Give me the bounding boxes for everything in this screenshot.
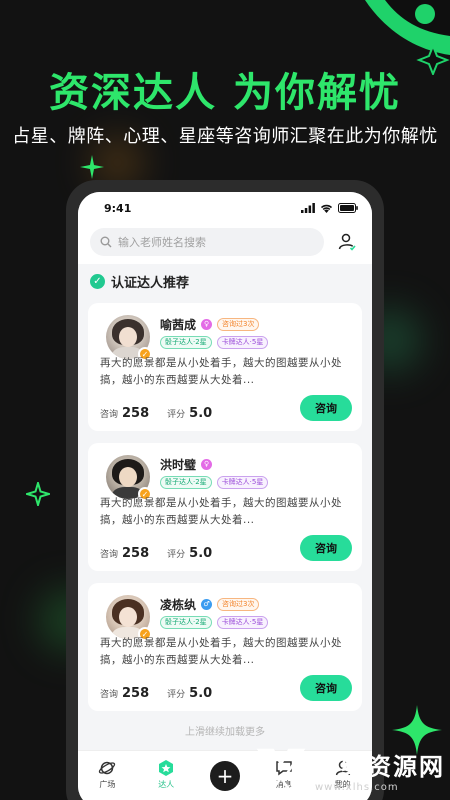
search-row: 输入老师姓名搜索 (78, 224, 372, 264)
sparkle-outline-icon (26, 482, 50, 506)
expert-description: 再大的愿景都是从小处着手，越大的图越要从小处搞，越小的东西越要从大处着... (100, 637, 342, 666)
rating-label: 评分 (167, 690, 186, 700)
expert-stats: 咨询 258 评分 5.0 (100, 686, 226, 701)
rating-value: 5.0 (189, 686, 213, 701)
search-icon (100, 236, 112, 248)
app-screen: 9:41 输入老师姓名搜索 ✓ 认证达人推荐 ✓ 喻茜成 ♀ 咨询过3次 骰子达… (78, 192, 372, 800)
tag-dice: 骰子达人·2星 (160, 476, 212, 489)
search-input[interactable]: 输入老师姓名搜索 (90, 228, 324, 256)
search-placeholder: 输入老师姓名搜索 (118, 236, 206, 249)
expert-name: 喻茜成 (160, 317, 197, 332)
plus-icon: + (209, 761, 240, 791)
expert-card[interactable]: ✓ 喻茜成 ♀ 咨询过3次 骰子达人·2星 卡牌达人·5星 再大的愿景都是从小处… (88, 303, 362, 431)
phone-frame: 9:41 输入老师姓名搜索 ✓ 认证达人推荐 ✓ 喻茜成 ♀ 咨询过3次 骰子达… (66, 180, 384, 800)
rating-label: 评分 (167, 550, 186, 560)
rating-value: 5.0 (189, 406, 213, 421)
consult-count: 258 (122, 546, 150, 561)
expert-description: 再大的愿景都是从小处着手，越大的图越要从小处搞，越小的东西越要从大处着... (100, 357, 342, 386)
tab-plaza[interactable]: 广场 (87, 759, 127, 790)
expert-description: 再大的愿景都是从小处着手，越大的图越要从小处搞，越小的东西越要从大处着... (100, 497, 342, 526)
battery-icon (338, 203, 358, 213)
tab-label: 广场 (99, 780, 116, 789)
female-icon: ♀ (201, 318, 213, 330)
status-time: 9:41 (104, 201, 132, 215)
check-icon: ✓ (90, 274, 105, 289)
male-icon: ♂ (201, 598, 213, 610)
consult-button[interactable]: 咨询 (300, 395, 352, 421)
rating-value: 5.0 (189, 546, 213, 561)
expert-stats: 咨询 258 评分 5.0 (100, 406, 226, 421)
user-filter-button[interactable] (334, 229, 360, 255)
consulted-badge: 咨询过3次 (217, 597, 260, 611)
signal-icon (301, 203, 315, 213)
consult-label: 咨询 (100, 690, 119, 700)
consult-button[interactable]: 咨询 (300, 535, 352, 561)
expert-card[interactable]: ✓ 洪时璧 ♀ 骰子达人·2星 卡牌达人·5星 再大的愿景都是从小处着手，越大的… (88, 443, 362, 571)
consult-label: 咨询 (100, 410, 119, 420)
star-badge-icon (157, 759, 175, 777)
expert-name: 洪时璧 (160, 457, 197, 472)
section-title: 认证达人推荐 (111, 276, 190, 291)
tag-dice: 骰子达人·2星 (160, 616, 212, 629)
watermark-url: www.xlhs.com (315, 782, 399, 793)
watermark-logo-icon (256, 748, 306, 794)
tab-add[interactable]: + (205, 759, 245, 791)
consult-button[interactable]: 咨询 (300, 675, 352, 701)
tab-label: 达人 (158, 780, 175, 789)
expert-card[interactable]: ✓ 凌栋纨 ♂ 咨询过3次 骰子达人·2星 卡牌达人·5星 再大的愿景都是从小处… (88, 583, 362, 711)
consult-count: 258 (122, 686, 150, 701)
watermark-title: 新绿资源网 (315, 753, 445, 781)
status-bar: 9:41 (78, 192, 372, 224)
tag-card: 卡牌达人·5星 (216, 476, 269, 489)
watermark: 新绿资源网 www.xlhs.com (255, 740, 450, 800)
expert-stats: 咨询 258 评分 5.0 (100, 546, 226, 561)
load-more-hint: 上滑继续加载更多 (185, 727, 265, 738)
consult-label: 咨询 (100, 550, 119, 560)
planet-icon (98, 759, 116, 777)
tag-card: 卡牌达人·5星 (216, 336, 269, 349)
female-icon: ♀ (201, 458, 213, 470)
consult-count: 258 (122, 406, 150, 421)
tab-experts[interactable]: 达人 (146, 759, 186, 790)
tag-card: 卡牌达人·5星 (216, 616, 269, 629)
consulted-badge: 咨询过3次 (217, 317, 260, 331)
promo-title: 资深达人 为你解忧 (49, 70, 401, 116)
promo-subtitle: 占星、牌阵、心理、星座等咨询师汇聚在此为你解忧 (12, 126, 438, 147)
rating-label: 评分 (167, 410, 186, 420)
sparkle-icon (80, 155, 104, 179)
user-check-icon (338, 233, 356, 251)
expert-name: 凌栋纨 (160, 597, 197, 612)
section-header: ✓ 认证达人推荐 (78, 264, 372, 297)
tag-dice: 骰子达人·2星 (160, 336, 212, 349)
wifi-icon (320, 204, 333, 213)
